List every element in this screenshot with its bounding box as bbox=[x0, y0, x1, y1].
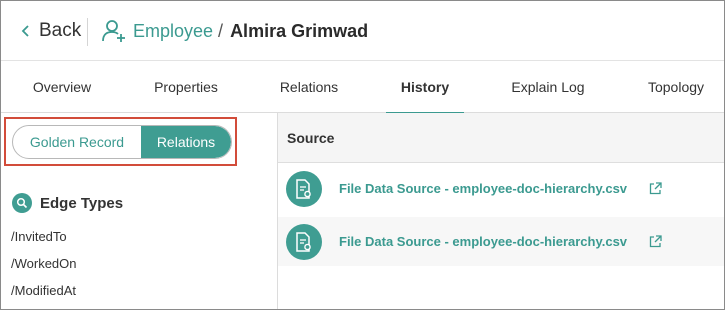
edge-type-item[interactable]: /InvitedTo bbox=[11, 229, 67, 244]
view-toggle: Golden Record Relations bbox=[12, 125, 232, 159]
file-settings-icon bbox=[286, 170, 322, 207]
tab-properties[interactable]: Properties bbox=[145, 61, 227, 113]
back-label: Back bbox=[39, 20, 82, 41]
toggle-relations[interactable]: Relations bbox=[141, 126, 231, 158]
tab-explain-log[interactable]: Explain Log bbox=[504, 61, 592, 113]
data-source-link[interactable]: File Data Source - employee-doc-hierarch… bbox=[339, 234, 627, 249]
page-title: Almira Grimwad bbox=[230, 20, 369, 41]
edge-types-title: Edge Types bbox=[40, 194, 124, 212]
toggle-golden-record[interactable]: Golden Record bbox=[13, 126, 141, 158]
column-header-source: Source bbox=[287, 130, 335, 146]
page-header: Back Employee / Almira Grimwad bbox=[1, 1, 724, 61]
breadcrumb-separator: / bbox=[218, 20, 224, 41]
table-row: File Data Source - employee-doc-hierarch… bbox=[278, 164, 724, 213]
tab-relations[interactable]: Relations bbox=[269, 61, 349, 113]
external-link-icon[interactable] bbox=[649, 182, 662, 195]
edge-types-heading: Edge Types bbox=[12, 193, 123, 213]
breadcrumb-entity-type-link[interactable]: Employee bbox=[133, 21, 213, 42]
tab-topology[interactable]: Topology bbox=[637, 61, 715, 113]
filter-panel: Golden Record Relations Edge Types /Invi… bbox=[1, 113, 278, 309]
back-button[interactable]: Back bbox=[17, 19, 81, 43]
edge-type-item[interactable]: /WorkedOn bbox=[11, 256, 77, 271]
app-window: Back Employee / Almira Grimwad Overview … bbox=[0, 0, 725, 310]
search-icon[interactable] bbox=[12, 193, 32, 213]
tab-overview[interactable]: Overview bbox=[23, 61, 101, 113]
tab-history[interactable]: History bbox=[386, 61, 464, 114]
header-divider bbox=[87, 18, 88, 46]
table-row: File Data Source - employee-doc-hierarch… bbox=[278, 217, 724, 266]
tab-bar: Overview Properties Relations History Ex… bbox=[1, 61, 724, 114]
file-settings-icon bbox=[286, 223, 322, 260]
edge-type-item[interactable]: /ModifiedAt bbox=[11, 283, 76, 298]
external-link-icon[interactable] bbox=[649, 235, 662, 248]
data-source-link[interactable]: File Data Source - employee-doc-hierarch… bbox=[339, 181, 627, 196]
table-header: Source bbox=[278, 113, 724, 163]
breadcrumb: Employee / Almira Grimwad bbox=[101, 18, 368, 44]
chevron-left-icon bbox=[21, 25, 29, 37]
user-add-icon bbox=[102, 20, 125, 42]
history-table: Source File Data Source - employee-doc-h… bbox=[278, 113, 724, 309]
